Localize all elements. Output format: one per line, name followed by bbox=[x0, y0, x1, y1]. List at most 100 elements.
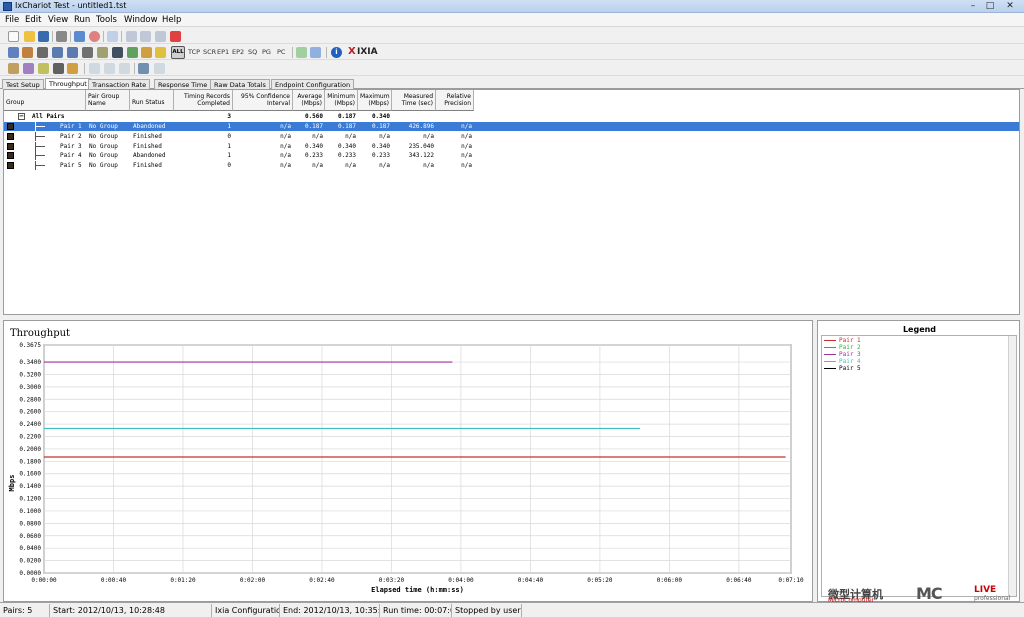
legend-swatch bbox=[824, 361, 836, 362]
col-average[interactable]: Average (Mbps) bbox=[293, 90, 325, 111]
summary-row[interactable]: − All Pairs 3 0.560 0.187 0.340 bbox=[4, 112, 1019, 121]
abort-icon[interactable] bbox=[107, 31, 118, 42]
menu-file[interactable]: File bbox=[5, 15, 19, 25]
pair-icon bbox=[7, 162, 14, 170]
legend-scrollbar[interactable] bbox=[1008, 336, 1016, 596]
summary-max: 0.340 bbox=[371, 113, 390, 120]
filter-all-button[interactable]: ALL bbox=[171, 46, 185, 59]
legend-swatch bbox=[824, 340, 836, 341]
tab-response-time[interactable]: Response Time bbox=[154, 79, 212, 89]
table-row[interactable]: Pair 1 No Group Abandoned 1 n/a 0.187 0.187 0.1… bbox=[4, 122, 1019, 131]
col-pair-group-name[interactable]: Pair Group Name bbox=[86, 90, 130, 111]
col-group[interactable]: Group bbox=[4, 90, 86, 111]
legend-title: Legend bbox=[902, 325, 937, 334]
run-icon[interactable] bbox=[74, 31, 85, 42]
x-tick-label: 0:07:10 bbox=[778, 577, 804, 584]
cross-icon[interactable] bbox=[53, 63, 64, 74]
table-row[interactable]: Pair 2 No Group Finished 0 n/a n/a n/a n/a n/a n/… bbox=[4, 131, 1019, 141]
add-pair-icon[interactable] bbox=[8, 47, 19, 58]
grid-icon[interactable] bbox=[138, 63, 149, 74]
zoom-icon[interactable] bbox=[89, 63, 100, 74]
table-row[interactable]: Pair 3 No Group Finished 1 n/a 0.340 0.340 0.34… bbox=[4, 141, 1019, 151]
menu-view[interactable]: View bbox=[48, 15, 68, 25]
open-folder-icon[interactable] bbox=[24, 31, 35, 42]
maximum-cell: n/a bbox=[379, 132, 390, 140]
flag-icon[interactable] bbox=[8, 63, 19, 74]
col-confidence[interactable]: 95% Confidence Interval bbox=[233, 90, 293, 111]
results-grid: Group Pair Group Name Run Status Timing … bbox=[3, 89, 1020, 315]
filter-pg-button[interactable]: PG bbox=[262, 48, 271, 56]
fit-icon[interactable] bbox=[119, 63, 130, 74]
tab-throughput[interactable]: Throughput bbox=[45, 78, 91, 89]
filter-tcp-button[interactable]: TCP bbox=[188, 48, 200, 56]
col-maximum[interactable]: Maximum (Mbps) bbox=[358, 90, 392, 111]
edit-script-icon[interactable] bbox=[97, 47, 108, 58]
y-tick-label: 0.0600 bbox=[19, 533, 41, 540]
table-row[interactable]: Pair 5 No Group Finished 0 n/a n/a n/a n/a n/a n/… bbox=[4, 161, 1019, 171]
filter-ep1-button[interactable]: EP1 bbox=[217, 48, 229, 56]
renumber-icon[interactable] bbox=[52, 47, 63, 58]
tab-transaction-rate[interactable]: Transaction Rate bbox=[88, 79, 151, 89]
chart-icon[interactable] bbox=[141, 47, 152, 58]
filter-pc-button[interactable]: PC bbox=[277, 48, 285, 56]
print-icon[interactable] bbox=[56, 31, 67, 42]
cut-icon[interactable] bbox=[126, 31, 137, 42]
layout-icon[interactable] bbox=[154, 63, 165, 74]
col-run-status[interactable]: Run Status bbox=[130, 90, 174, 111]
filter-scr-button[interactable]: SCR bbox=[203, 48, 216, 56]
confidence-interval-cell: n/a bbox=[280, 162, 291, 170]
stop-icon[interactable] bbox=[89, 31, 100, 42]
x-tick-label: 0:02:40 bbox=[309, 577, 335, 584]
filter-sq-button[interactable]: SQ bbox=[248, 48, 257, 56]
menu-edit[interactable]: Edit bbox=[25, 15, 41, 25]
app-icon bbox=[3, 2, 12, 11]
relative-precision-cell: n/a bbox=[461, 132, 472, 140]
col-measured-time[interactable]: Measured Time (sec) bbox=[392, 90, 436, 111]
add-multicast-icon[interactable] bbox=[22, 47, 33, 58]
swap-icon[interactable] bbox=[67, 47, 78, 58]
delete-icon[interactable] bbox=[170, 31, 181, 42]
y-tick-label: 0.0200 bbox=[19, 558, 41, 565]
measured-time-cell: n/a bbox=[423, 132, 434, 140]
minimum-cell: 0.233 bbox=[337, 152, 356, 160]
menu-window[interactable]: Window bbox=[124, 15, 158, 25]
wand-icon[interactable] bbox=[23, 63, 34, 74]
report-icon[interactable] bbox=[127, 47, 138, 58]
person-icon[interactable] bbox=[112, 47, 123, 58]
table-row[interactable]: Pair 4 No Group Abandoned 1 n/a 0.233 0.233 0.2… bbox=[4, 151, 1019, 161]
menu-run[interactable]: Run bbox=[74, 15, 90, 25]
run-status-cell: Finished bbox=[133, 162, 162, 170]
tab-raw-data-totals[interactable]: Raw Data Totals bbox=[210, 79, 270, 89]
confidence-interval-cell: n/a bbox=[280, 142, 291, 150]
maximize-button[interactable]: □ bbox=[983, 1, 997, 12]
zoom-out-icon[interactable] bbox=[104, 63, 115, 74]
lightning-icon[interactable] bbox=[155, 47, 166, 58]
window-icon[interactable] bbox=[310, 47, 321, 58]
minimize-button[interactable]: – bbox=[966, 1, 980, 12]
menu-help[interactable]: Help bbox=[162, 15, 181, 25]
close-button[interactable]: ✕ bbox=[1003, 1, 1017, 12]
edit-pair-icon[interactable] bbox=[37, 47, 48, 58]
measured-time-cell: 426.896 bbox=[408, 123, 434, 130]
save-icon[interactable] bbox=[38, 31, 49, 42]
lightning-tool-icon[interactable] bbox=[38, 63, 49, 74]
copy-icon[interactable] bbox=[140, 31, 151, 42]
watermark: 微型计算机 MicroComputer MC LIVE professional bbox=[822, 584, 1022, 604]
tab-test-setup[interactable]: Test Setup bbox=[2, 79, 44, 89]
legend-label: Pair 5 bbox=[839, 365, 861, 372]
collapse-icon[interactable]: − bbox=[18, 113, 25, 120]
info-icon[interactable]: i bbox=[331, 47, 342, 58]
col-minimum[interactable]: Minimum (Mbps) bbox=[325, 90, 358, 111]
paste-icon[interactable] bbox=[155, 31, 166, 42]
filter-ep2-button[interactable]: EP2 bbox=[232, 48, 244, 56]
network-icon[interactable] bbox=[82, 47, 93, 58]
measured-time-cell: 235.040 bbox=[408, 142, 434, 150]
refresh-icon[interactable] bbox=[296, 47, 307, 58]
x-tick-label: 0:06:40 bbox=[726, 577, 752, 584]
tab-endpoint-configuration[interactable]: Endpoint Configuration bbox=[271, 79, 355, 89]
multi-tool-icon[interactable] bbox=[67, 63, 78, 74]
col-relative-precision[interactable]: Relative Precision bbox=[436, 90, 474, 111]
col-timing-records[interactable]: Timing Records Completed bbox=[174, 90, 233, 111]
menu-tools[interactable]: Tools bbox=[96, 15, 117, 25]
new-file-icon[interactable] bbox=[8, 31, 19, 42]
